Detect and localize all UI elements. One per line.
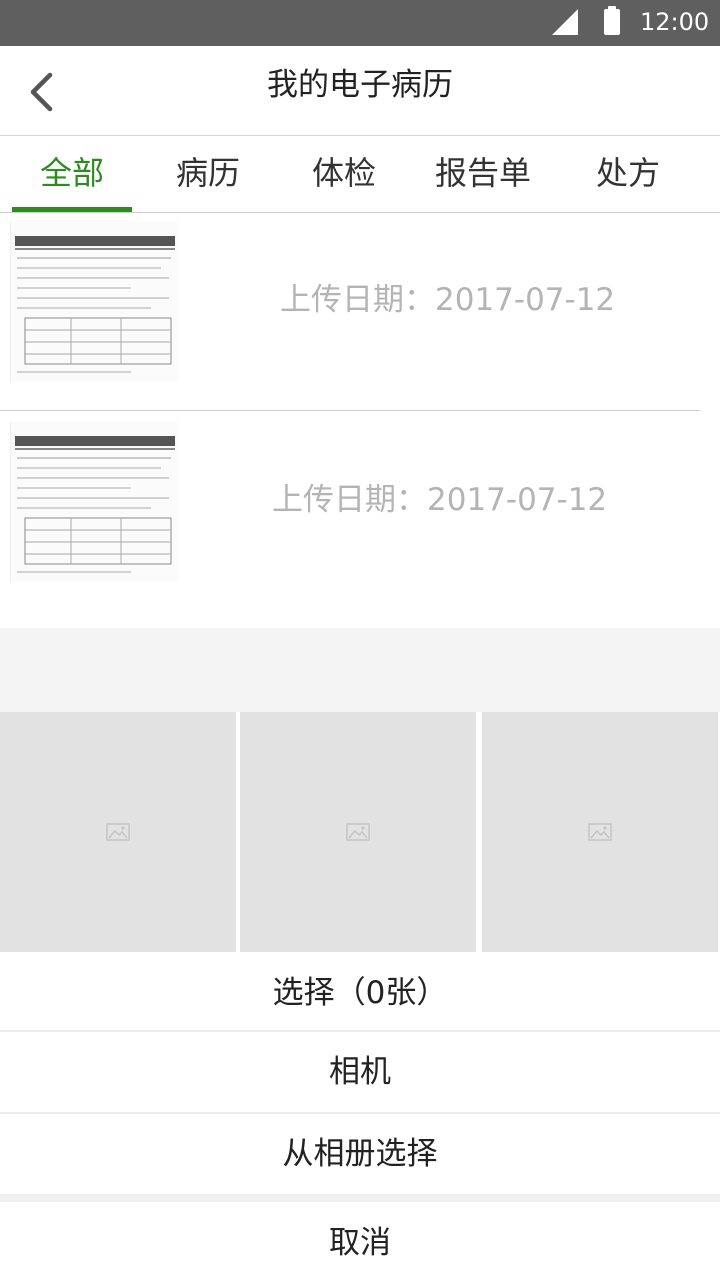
page-title: 我的电子病历 [267,67,453,103]
chevron-left-icon [30,72,53,112]
tab-all[interactable]: 全部 [12,137,132,213]
image-placeholder-icon [106,823,130,841]
record-thumbnail [10,222,178,382]
cancel-button[interactable]: 取消 [0,1204,720,1280]
status-time: 12:00 [640,8,710,36]
photo-tile[interactable] [240,712,476,952]
sheet-gap [0,1194,720,1202]
photo-tile[interactable] [482,712,718,952]
record-upload-date: 上传日期：2017-07-12 [272,482,608,518]
tab-medical-records[interactable]: 病历 [148,137,268,213]
battery-icon [604,6,620,35]
tab-bar: 全部 病历 体检 报告单 处方 [0,137,720,213]
choose-from-album-button[interactable]: 从相册选择 [0,1115,720,1193]
status-bar: 12:00 [0,0,720,46]
record-item[interactable]: 上传日期：2017-07-12 [0,414,720,604]
divider [0,1112,720,1114]
record-upload-date: 上传日期：2017-07-12 [280,282,616,318]
image-placeholder-icon [346,823,370,841]
record-thumbnail [10,422,178,582]
photo-strip [0,712,720,954]
title-bar: 我的电子病历 [0,46,720,136]
select-count-button[interactable]: 选择（0张） [0,954,720,1032]
camera-button[interactable]: 相机 [0,1033,720,1111]
back-button[interactable] [14,62,70,118]
divider [0,1030,720,1032]
tab-prescriptions[interactable]: 处方 [566,137,690,213]
divider [0,410,700,411]
image-placeholder-icon [588,823,612,841]
record-item[interactable]: 上传日期：2017-07-12 [0,214,720,404]
tab-physical-exam[interactable]: 体检 [284,137,404,213]
sheet-top-area [0,628,720,712]
signal-icon [552,9,578,35]
tab-indicator [12,207,132,212]
photo-tile[interactable] [0,712,236,952]
tab-reports[interactable]: 报告单 [420,137,546,213]
